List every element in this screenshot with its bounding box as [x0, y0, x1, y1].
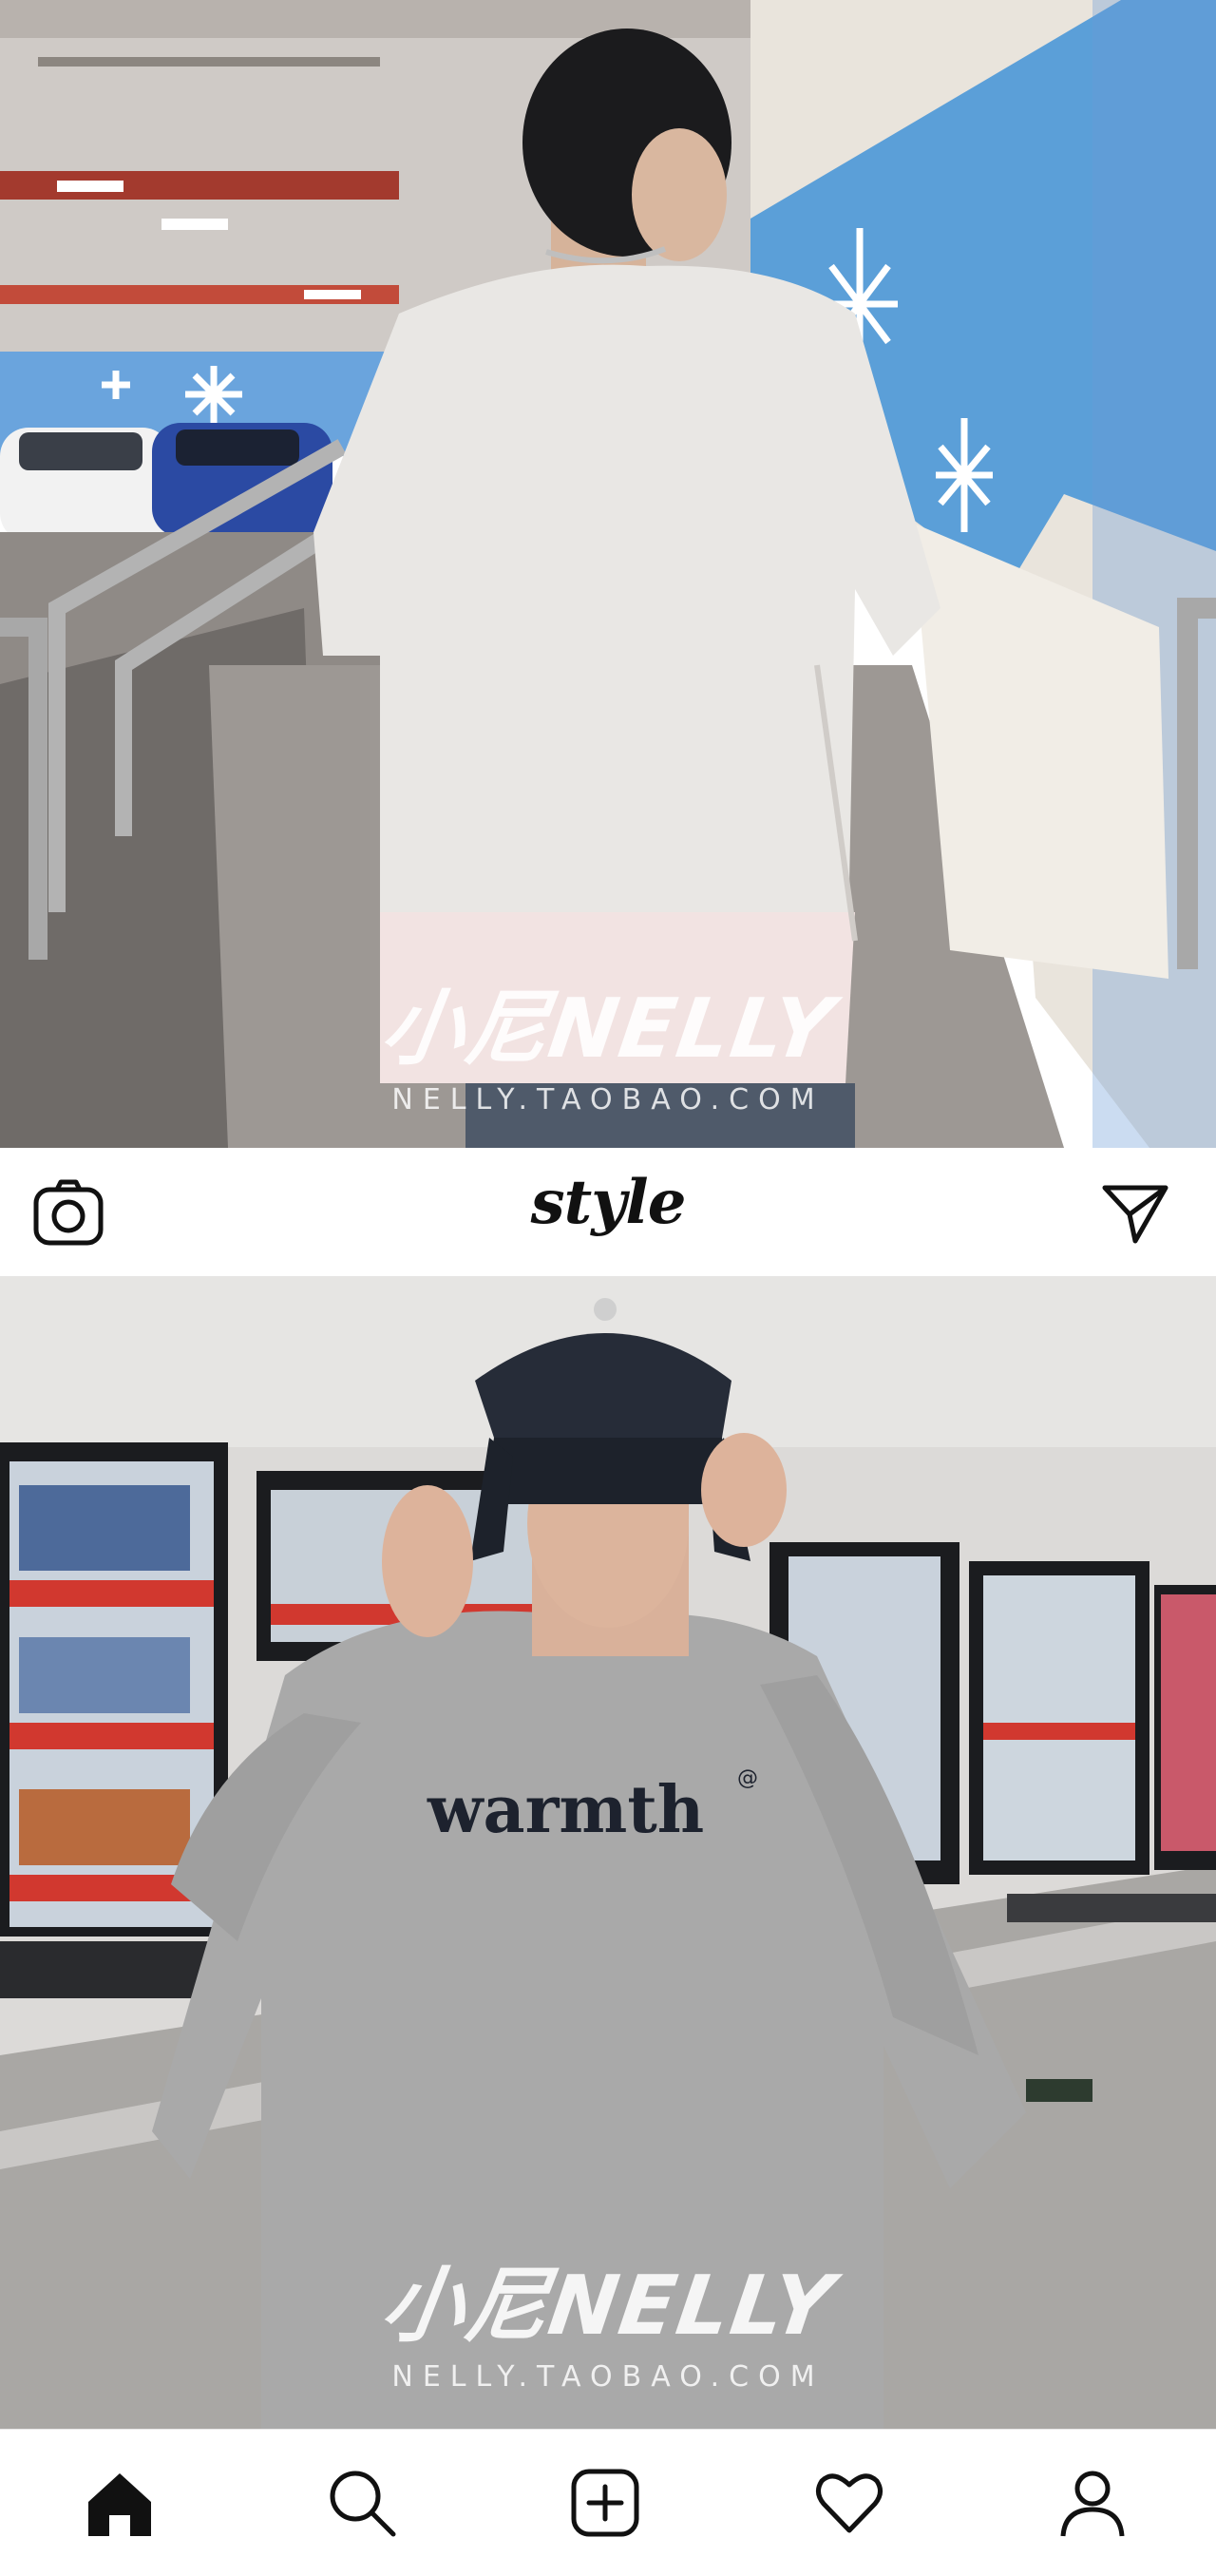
send-icon[interactable] — [1099, 1178, 1171, 1250]
add-post-icon[interactable] — [568, 2466, 642, 2540]
search-icon[interactable] — [325, 2466, 399, 2540]
profile-icon[interactable] — [1055, 2466, 1130, 2540]
home-icon[interactable] — [83, 2466, 157, 2540]
garage-scene-image — [0, 0, 1216, 1148]
store-scene-image: warmth @ — [0, 1276, 1216, 2429]
shirt-print-mark: @ — [737, 1766, 758, 1790]
heart-icon[interactable] — [812, 2466, 886, 2540]
bottom-navigation — [0, 2429, 1216, 2576]
shirt-print-text: warmth — [427, 1772, 704, 1848]
app-header: style — [0, 1148, 1216, 1276]
post-photo-top[interactable] — [0, 0, 1216, 1148]
app-logo: style — [530, 1167, 687, 1238]
post-photo-bottom[interactable]: warmth @ — [0, 1276, 1216, 2429]
